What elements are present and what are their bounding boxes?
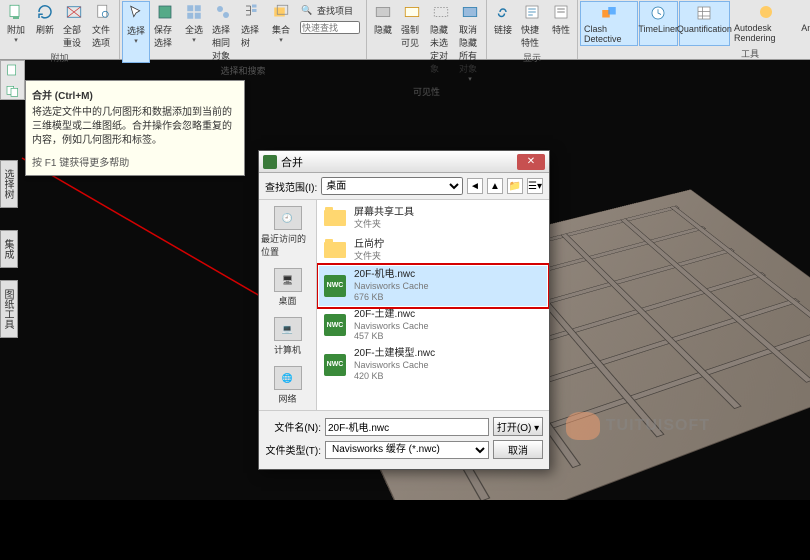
list-item[interactable]: 屏幕共享工具文件夹 <box>319 202 547 234</box>
ribbon-group-display: 链接 快捷特性 特性 显示 <box>487 0 578 59</box>
quantification-button[interactable]: Quantification <box>679 1 730 46</box>
up-button[interactable]: ▲ <box>487 178 503 194</box>
filetype-dropdown[interactable]: Navisworks 缓存 (*.nwc) <box>325 441 489 459</box>
quick-properties-button[interactable]: 快捷特性 <box>518 1 546 50</box>
side-tab-sets[interactable]: 集成 <box>0 230 18 268</box>
reset-all-button[interactable]: 全部重设 <box>60 1 88 50</box>
cancel-button[interactable]: 取消 <box>493 440 543 459</box>
view-menu-button[interactable]: ☰▾ <box>527 178 543 194</box>
places-bar: 🕘最近访问的位置 🖥桌面 💻计算机 🌐网络 <box>259 200 317 410</box>
file-list[interactable]: 屏幕共享工具文件夹 丘尚柠文件夹 NWC 20F-机电.nwcNaviswork… <box>317 200 549 410</box>
filename-input[interactable] <box>325 418 489 436</box>
nwc-file-icon: NWC <box>322 352 348 378</box>
select-same-button[interactable]: 选择相同对象 <box>209 1 237 63</box>
file-options-button[interactable]: 文件选项 <box>89 1 117 50</box>
dialog-nav-bar: 查找范围(I): 桌面 ◄ ▲ 📁 ☰▾ <box>259 173 549 200</box>
find-items-button[interactable]: 🔍查找项目 <box>297 2 363 19</box>
navisworks-icon <box>263 155 277 169</box>
select-button[interactable]: 选择▾ <box>122 1 150 63</box>
group-label: 可见性 <box>369 84 484 99</box>
place-recent[interactable]: 🕘最近访问的位置 <box>259 204 316 260</box>
back-button[interactable]: ◄ <box>467 178 483 194</box>
hide-button[interactable]: 隐藏 <box>369 1 397 84</box>
autodesk-rendering-button[interactable]: Autodesk Rendering <box>731 1 801 46</box>
ribbon-toolbar: 附加▾ 刷新 全部重设 文件选项 附加 选择▾ 保存选择 全选▾ 选择相同对象 … <box>0 0 810 60</box>
quick-find-input[interactable] <box>297 20 363 35</box>
properties-button[interactable]: 特性 <box>547 1 575 50</box>
nwc-file-icon: NWC <box>322 312 348 338</box>
dialog-titlebar[interactable]: 合并 ✕ <box>259 151 549 173</box>
close-button[interactable]: ✕ <box>517 154 545 170</box>
dialog-footer: 文件名(N): 打开(O) ▾ 文件类型(T): Navisworks 缓存 (… <box>259 410 549 469</box>
refresh-button[interactable]: 刷新 <box>31 1 59 50</box>
group-label: 工具 <box>580 46 810 61</box>
list-item[interactable]: NWC 20F-机电.nwcNavisworks Cache676 KB <box>319 266 547 306</box>
merge-file-dialog: 合并 ✕ 查找范围(I): 桌面 ◄ ▲ 📁 ☰▾ 🕘最近访问的位置 🖥桌面 💻… <box>258 150 550 470</box>
merge-tooltip: 合并 (Ctrl+M) 将选定文件中的几何图形和数据添加到当前的三维模型或二维图… <box>25 80 245 176</box>
place-computer[interactable]: 💻计算机 <box>272 315 304 358</box>
attach-button[interactable]: 附加▾ <box>2 1 30 50</box>
filename-label: 文件名(N): <box>265 419 321 434</box>
select-all-button[interactable]: 全选▾ <box>180 1 208 63</box>
open-button[interactable]: 打开(O) ▾ <box>493 417 543 436</box>
tooltip-body: 将选定文件中的几何图形和数据添加到当前的三维模型或二维图纸。合并操作会忽略重复的… <box>32 106 238 148</box>
side-tab-selection-tree[interactable]: 选择树 <box>0 160 18 208</box>
list-item[interactable]: NWC 20F-土建模型.nwcNavisworks Cache420 KB <box>319 345 547 385</box>
sets-button[interactable]: 集合▾ <box>267 1 295 63</box>
links-button[interactable]: 链接 <box>489 1 517 50</box>
look-in-label: 查找范围(I): <box>265 179 317 194</box>
append-icon[interactable] <box>1 61 24 81</box>
place-desktop[interactable]: 🖥桌面 <box>272 266 304 309</box>
list-item[interactable]: 丘尚柠文件夹 <box>319 234 547 266</box>
animator-button[interactable]: Animator <box>802 1 810 46</box>
append-dropdown-panel <box>0 60 25 100</box>
place-network[interactable]: 🌐网络 <box>272 364 304 407</box>
timeliner-button[interactable]: TimeLiner <box>639 1 678 46</box>
ribbon-group-tools: Clash Detective TimeLiner Quantification… <box>578 0 810 59</box>
unhide-all-button[interactable]: 取消隐藏所有对象▾ <box>456 1 484 84</box>
ribbon-group-visibility: 隐藏 强制可见 隐藏未选定对象 取消隐藏所有对象▾ 可见性 <box>367 0 487 59</box>
folder-icon <box>322 205 348 231</box>
require-button[interactable]: 强制可见 <box>398 1 426 84</box>
dialog-title: 合并 <box>281 154 517 170</box>
filetype-label: 文件类型(T): <box>265 442 321 457</box>
merge-icon[interactable] <box>1 81 24 101</box>
selection-tree-button[interactable]: 选择树 <box>238 1 266 63</box>
look-in-dropdown[interactable]: 桌面 <box>321 177 463 195</box>
ribbon-group-select: 选择▾ 保存选择 全选▾ 选择相同对象 选择树 集合▾ 🔍查找项目 选择和搜索 <box>120 0 367 59</box>
group-label: 选择和搜索 <box>122 63 364 78</box>
save-selection-button[interactable]: 保存选择 <box>151 1 179 63</box>
ribbon-group-project: 附加▾ 刷新 全部重设 文件选项 附加 <box>0 0 120 59</box>
tooltip-title: 合并 (Ctrl+M) <box>32 87 238 102</box>
list-item[interactable]: NWC 20F-土建.nwcNavisworks Cache457 KB <box>319 306 547 346</box>
clash-detective-button[interactable]: Clash Detective <box>580 1 638 46</box>
nwc-file-icon: NWC <box>322 273 348 299</box>
new-folder-button[interactable]: 📁 <box>507 178 523 194</box>
hide-unselected-button[interactable]: 隐藏未选定对象 <box>427 1 455 84</box>
tooltip-footer: 按 F1 键获得更多帮助 <box>32 154 238 169</box>
folder-icon <box>322 237 348 263</box>
side-tab-sheet-tools[interactable]: 图纸工具 <box>0 280 18 338</box>
group-label: 显示 <box>489 50 575 65</box>
